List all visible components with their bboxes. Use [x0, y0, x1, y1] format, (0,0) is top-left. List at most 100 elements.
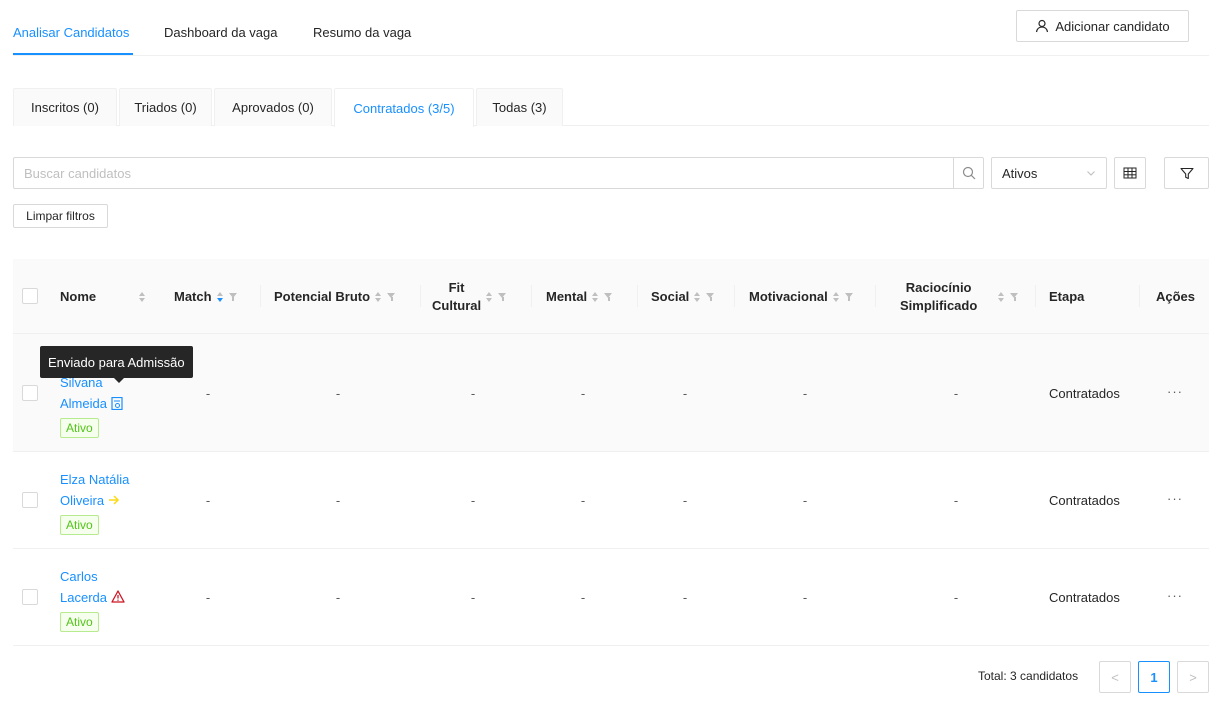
- columns-button[interactable]: [1114, 157, 1146, 189]
- column-social-label: Social: [651, 288, 690, 304]
- user-icon: [1036, 19, 1049, 33]
- sort-icon[interactable]: [832, 291, 839, 302]
- row-actions-button[interactable]: ···: [1167, 384, 1183, 399]
- pagination-page-button[interactable]: 1: [1138, 661, 1170, 693]
- filter-icon[interactable]: [498, 292, 507, 301]
- row-checkbox[interactable]: [22, 589, 38, 605]
- warning-icon[interactable]: [110, 590, 125, 603]
- filter-icon[interactable]: [1010, 292, 1019, 301]
- arrow-right-icon[interactable]: [108, 494, 120, 506]
- column-match-label: Match: [174, 288, 212, 304]
- pagination-next-button[interactable]: >: [1177, 661, 1209, 693]
- potencial-value: -: [335, 493, 341, 508]
- column-acoes: Ações: [1156, 259, 1206, 334]
- column-mental[interactable]: Mental: [546, 259, 636, 334]
- column-nome[interactable]: Nome: [60, 259, 145, 334]
- row-actions-button[interactable]: ···: [1167, 491, 1183, 506]
- motivacional-value: -: [802, 590, 808, 605]
- motivacional-value: -: [802, 493, 808, 508]
- column-raciocinio-line1: Raciocínio: [905, 279, 972, 295]
- column-potencial-label: Potencial Bruto: [274, 288, 371, 304]
- potencial-value: -: [335, 590, 341, 605]
- filter-icon[interactable]: [706, 292, 715, 301]
- raciocinio-value: -: [953, 590, 959, 605]
- nav-active-indicator: [13, 53, 133, 55]
- stage-tabs: Inscritos (0) Triados (0) Aprovados (0) …: [13, 88, 1209, 127]
- nav-resumo-da-vaga[interactable]: Resumo da vaga: [313, 25, 411, 40]
- tab-triados-label: Triados (0): [134, 100, 197, 115]
- column-fit-cultural[interactable]: Fit Cultural: [432, 259, 532, 334]
- document-icon[interactable]: [110, 396, 123, 411]
- clear-filters-button[interactable]: Limpar filtros: [13, 204, 108, 228]
- candidate-cell: Elza Natália Oliveira Ativo: [60, 469, 129, 535]
- social-value: -: [682, 493, 688, 508]
- status-select[interactable]: Ativos: [991, 157, 1107, 189]
- tab-aprovados-label: Aprovados (0): [232, 100, 314, 115]
- fit-value: -: [470, 493, 476, 508]
- search-button[interactable]: [953, 157, 984, 189]
- fit-value: -: [470, 386, 476, 401]
- candidate-name-line2[interactable]: Almeida: [60, 396, 107, 411]
- row-checkbox[interactable]: [22, 385, 38, 401]
- select-all-checkbox[interactable]: [22, 288, 38, 304]
- column-raciocinio-line2: Simplificado: [900, 297, 978, 313]
- filter-icon[interactable]: [387, 292, 396, 301]
- stage-value: Contratados: [1049, 493, 1120, 508]
- candidate-cell: Carlos Lacerda Ativo: [60, 566, 125, 632]
- column-match[interactable]: Match: [174, 259, 254, 334]
- status-badge: Ativo: [60, 515, 99, 535]
- sort-icon[interactable]: [216, 291, 223, 302]
- add-candidate-label: Adicionar candidato: [1055, 18, 1170, 34]
- candidate-name-line2[interactable]: Oliveira: [60, 493, 104, 508]
- column-motivacional-label: Motivacional: [749, 288, 828, 304]
- tab-inscritos[interactable]: Inscritos (0): [13, 88, 117, 126]
- table-row[interactable]: Carlos Lacerda Ativo - - - - - - - Contr…: [13, 549, 1209, 646]
- candidate-name-line1[interactable]: Carlos: [60, 569, 98, 584]
- filter-icon[interactable]: [228, 292, 238, 301]
- tab-contratados[interactable]: Contratados (3/5): [334, 88, 474, 127]
- match-value: -: [205, 386, 211, 401]
- search-input[interactable]: [13, 157, 954, 189]
- tab-triados[interactable]: Triados (0): [119, 88, 212, 126]
- candidate-name-line1[interactable]: Elza Natália: [60, 472, 129, 487]
- table-row[interactable]: Elza Natália Oliveira Ativo - - - - - - …: [13, 452, 1209, 549]
- sort-icon[interactable]: [592, 291, 599, 302]
- candidate-name-line2[interactable]: Lacerda: [60, 590, 107, 605]
- raciocinio-value: -: [953, 386, 959, 401]
- sort-icon[interactable]: [139, 291, 145, 302]
- filter-icon[interactable]: [844, 292, 854, 301]
- row-checkbox[interactable]: [22, 492, 38, 508]
- tab-todas-label: Todas (3): [492, 100, 547, 115]
- column-etapa-label: Etapa: [1049, 288, 1085, 304]
- tab-aprovados[interactable]: Aprovados (0): [214, 88, 332, 126]
- column-potencial-bruto[interactable]: Potencial Bruto: [274, 259, 414, 334]
- mental-value: -: [580, 493, 586, 508]
- pagination-total: Total: 3 candidatos: [978, 669, 1079, 683]
- tab-todas[interactable]: Todas (3): [476, 88, 563, 126]
- nav-analisar-candidatos[interactable]: Analisar Candidatos: [13, 25, 129, 40]
- nav-dashboard-da-vaga[interactable]: Dashboard da vaga: [164, 25, 277, 40]
- filter-icon[interactable]: [604, 292, 613, 301]
- pagination-prev-button[interactable]: <: [1099, 661, 1131, 693]
- search-icon: [962, 166, 975, 180]
- sort-icon[interactable]: [694, 291, 701, 302]
- match-value: -: [205, 590, 211, 605]
- sort-icon[interactable]: [486, 291, 493, 302]
- row-actions-button[interactable]: ···: [1167, 588, 1183, 603]
- sort-icon[interactable]: [998, 291, 1005, 302]
- mental-value: -: [580, 590, 586, 605]
- match-value: -: [205, 493, 211, 508]
- column-raciocinio-simplificado[interactable]: Raciocínio Simplificado: [900, 259, 1030, 334]
- column-nome-label: Nome: [60, 288, 97, 304]
- column-motivacional[interactable]: Motivacional: [749, 259, 879, 334]
- stage-value: Contratados: [1049, 386, 1120, 401]
- sort-icon[interactable]: [375, 291, 382, 302]
- column-fit-label: Fit Cultural: [432, 279, 481, 315]
- chevron-down-icon: [1087, 171, 1095, 176]
- column-social[interactable]: Social: [651, 259, 741, 334]
- tooltip: Enviado para Admissão: [40, 346, 193, 383]
- filter-icon: [1179, 167, 1194, 179]
- add-candidate-button[interactable]: Adicionar candidato: [1016, 10, 1189, 42]
- stage-value: Contratados: [1049, 590, 1120, 605]
- filter-button[interactable]: [1164, 157, 1209, 189]
